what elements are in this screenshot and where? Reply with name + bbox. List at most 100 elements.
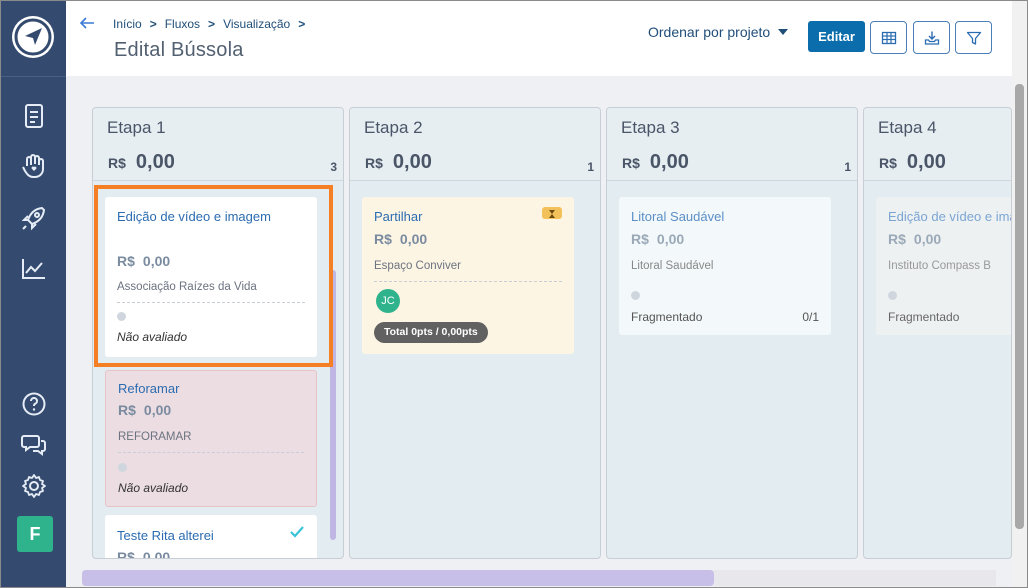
- value-amount: 0,00: [143, 402, 172, 418]
- currency-label: R$: [108, 155, 126, 171]
- card-value: R$ 0,00: [118, 402, 171, 418]
- card-divider: [374, 281, 562, 282]
- card-title[interactable]: Litoral Saudável: [631, 209, 724, 224]
- check-icon: [289, 525, 305, 544]
- page-title: Edital Bússola: [114, 39, 244, 61]
- user-avatar[interactable]: F: [17, 516, 53, 552]
- card-value: R$ 0,00: [117, 549, 171, 559]
- column-header: Etapa 3 R$ 0,00 1: [607, 108, 857, 181]
- currency-label: R$: [117, 549, 135, 559]
- sidebar-divider: [1, 76, 67, 77]
- status-dot: [888, 291, 897, 300]
- column-total: R$ 0,00: [622, 151, 689, 174]
- hand-heart-icon[interactable]: [20, 152, 48, 180]
- fragmented-label: Fragmentado: [888, 310, 960, 324]
- card-organization: Espaço Conviver: [374, 260, 461, 272]
- card-title[interactable]: Reforamar: [118, 381, 179, 396]
- gear-icon[interactable]: [20, 472, 48, 500]
- column-etapa-4: Etapa 4 R$ 0,00 Edição de vídeo e imagem…: [863, 107, 1012, 559]
- currency-label: R$: [374, 231, 392, 247]
- card-value: R$ 0,00: [631, 231, 684, 247]
- breadcrumb: Início > Fluxos > Visualização >: [113, 17, 313, 31]
- column-total: R$ 0,00: [108, 151, 175, 174]
- table-icon: [881, 31, 897, 45]
- hourglass-icon: [542, 207, 562, 219]
- value-amount: 0,00: [656, 231, 685, 247]
- project-card[interactable]: Litoral Saudável R$ 0,00 Litoral Saudável…: [619, 197, 831, 335]
- status-dot: [631, 291, 640, 300]
- card-title[interactable]: Edição de vídeo e imagem: [888, 209, 1011, 224]
- column-title: Etapa 3: [621, 118, 680, 137]
- card-value: R$ 0,00: [888, 231, 941, 247]
- help-icon[interactable]: [20, 390, 48, 418]
- download-icon: [924, 31, 940, 45]
- column-header: Etapa 2 R$ 0,00 1: [350, 108, 600, 181]
- selection-highlight: [94, 185, 333, 367]
- project-card[interactable]: Teste Rita alterei R$ 0,00: [105, 515, 317, 559]
- sidebar: F: [0, 0, 67, 588]
- currency-label: R$: [879, 155, 897, 171]
- document-icon[interactable]: [20, 102, 48, 130]
- sort-label: Ordenar por projeto: [648, 24, 771, 40]
- filter-icon: [966, 31, 982, 45]
- card-divider: [118, 452, 304, 453]
- fragmented-label: Fragmentado: [631, 310, 703, 324]
- currency-label: R$: [622, 155, 640, 171]
- currency-label: R$: [365, 155, 383, 171]
- rocket-icon[interactable]: [20, 204, 48, 232]
- total-value: 0,00: [135, 151, 175, 173]
- sort-dropdown[interactable]: Ordenar por projeto: [648, 24, 789, 40]
- table-view-button[interactable]: [870, 21, 907, 54]
- breadcrumb-separator: >: [208, 17, 216, 31]
- card-organization: Litoral Saudável: [631, 260, 714, 272]
- card-organization: REFORAMAR: [118, 431, 192, 443]
- kanban-board: Etapa 1 R$ 0,00 3 Edição de vídeo e imag…: [66, 76, 1012, 588]
- column-total: R$ 0,00: [365, 151, 432, 174]
- page-scrollbar[interactable]: [1015, 84, 1024, 529]
- assignee-avatar[interactable]: JC: [376, 289, 400, 313]
- column-total: R$ 0,00: [879, 151, 946, 174]
- column-etapa-3: Etapa 3 R$ 0,00 1 Litoral Saudável R$ 0,0…: [606, 107, 858, 559]
- fraction-label: 0/1: [802, 310, 819, 324]
- horizontal-scrollbar[interactable]: [82, 570, 714, 586]
- score-pill: Total 0pts / 0,00pts: [374, 322, 488, 343]
- project-card[interactable]: Reforamar R$ 0,00 REFORAMAR Não avaliado: [105, 370, 317, 507]
- card-title[interactable]: Partilhar: [374, 209, 422, 224]
- column-header: Etapa 4 R$ 0,00: [864, 108, 1011, 181]
- card-title[interactable]: Teste Rita alterei: [117, 528, 214, 543]
- logo-icon[interactable]: [12, 16, 54, 58]
- breadcrumb-separator: >: [298, 17, 306, 31]
- column-title: Etapa 4: [878, 118, 937, 137]
- card-status: Não avaliado: [118, 481, 189, 495]
- status-dot: [118, 463, 127, 472]
- card-value: R$ 0,00: [374, 231, 427, 247]
- breadcrumb-item-inicio[interactable]: Início: [113, 17, 142, 31]
- header: Início > Fluxos > Visualização > Edital …: [66, 0, 1012, 76]
- column-title: Etapa 2: [364, 118, 423, 137]
- column-title: Etapa 1: [107, 118, 166, 137]
- value-amount: 0,00: [913, 231, 942, 247]
- card-count: 3: [330, 160, 337, 174]
- filter-button[interactable]: [955, 21, 992, 54]
- currency-label: R$: [888, 231, 906, 247]
- chart-icon[interactable]: [20, 254, 48, 282]
- project-card[interactable]: Edição de vídeo e imagem R$ 0,00 Institut…: [876, 197, 1011, 335]
- breadcrumb-item-visualizacao[interactable]: Visualização: [223, 17, 290, 31]
- breadcrumb-item-fluxos[interactable]: Fluxos: [165, 17, 200, 31]
- value-amount: 0,00: [399, 231, 428, 247]
- currency-label: R$: [631, 231, 649, 247]
- value-amount: 0,00: [142, 549, 171, 559]
- project-card[interactable]: Partilhar R$ 0,00 Espaço Conviver JC Tota…: [362, 197, 574, 354]
- back-arrow-icon[interactable]: [78, 14, 96, 32]
- total-value: 0,00: [649, 151, 689, 173]
- card-count: 1: [587, 160, 594, 174]
- chat-icon[interactable]: [20, 430, 48, 458]
- card-organization: Instituto Compass B: [888, 260, 991, 272]
- column-etapa-2: Etapa 2 R$ 0,00 1 Partilhar R$ 0,00 Espaç…: [349, 107, 601, 559]
- edit-button[interactable]: Editar: [808, 21, 865, 52]
- total-value: 0,00: [392, 151, 432, 173]
- currency-label: R$: [118, 402, 136, 418]
- download-button[interactable]: [913, 21, 950, 54]
- caret-down-icon: [778, 29, 789, 35]
- breadcrumb-separator: >: [149, 17, 157, 31]
